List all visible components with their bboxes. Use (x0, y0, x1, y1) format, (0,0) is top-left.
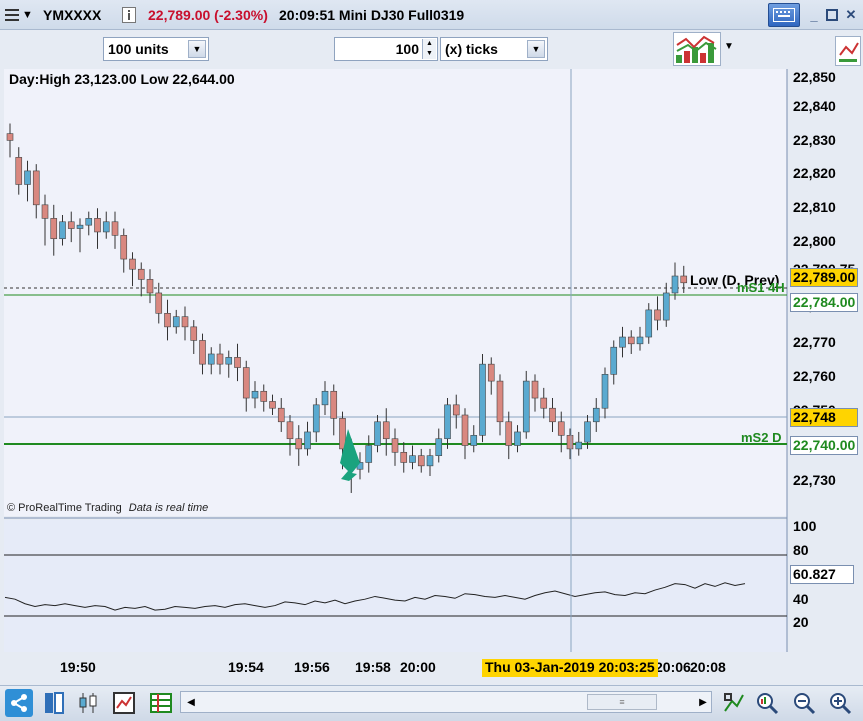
time-tick-label: 20:06 (655, 659, 691, 675)
time-tick-label: 20:00 (400, 659, 436, 675)
oscillator-value-badge: 60.827 (790, 565, 854, 584)
y-tick-label: 22,810 (793, 199, 836, 215)
osc-tick-label: 80 (793, 542, 809, 558)
time-tick-label: 19:54 (228, 659, 264, 675)
y-tick-label: 22,840 (793, 98, 836, 114)
y-tick-label: 22,730 (793, 472, 836, 488)
chart-canvas[interactable]: 22,850 22,840 22,830 22,820 22,810 22,800 22,7… (0, 69, 863, 655)
scroll-right-icon[interactable]: ▶ (695, 693, 711, 711)
scrollbar-thumb[interactable]: ≡ (587, 694, 657, 710)
y-tick-label: 22,760 (793, 368, 836, 384)
y-tick-label: 22,800 (793, 233, 836, 249)
y-tick-label: 22,830 (793, 132, 836, 148)
title-bar: ▼ YMXXXX 22,789.00 (-2.30%) 20:09:51 Min… (0, 0, 863, 30)
units-value: 100 units (108, 41, 169, 57)
close-icon[interactable]: ✕ (840, 5, 862, 25)
window-menu-icon[interactable] (4, 4, 20, 26)
info-icon[interactable] (122, 4, 138, 26)
units-select[interactable]: 100 units ▼ (103, 37, 209, 61)
time-tick-label: 19:50 (60, 659, 96, 675)
ticks-stepper[interactable]: 100 ▲ ▼ (334, 37, 438, 61)
chart-area[interactable]: 22,850 22,840 22,830 22,820 22,810 22,800 22,7… (0, 69, 863, 655)
horizontal-scrollbar[interactable]: ◀ ▶ ≡ (180, 691, 712, 713)
indicator-icon[interactable] (110, 689, 138, 717)
ticks-value: 100 (395, 41, 419, 57)
order-options-bar: 100 units ▼ 100 ▲ ▼ (x) ticks ▼ ▼ (0, 31, 863, 69)
trading-tools-icon[interactable] (147, 689, 175, 717)
symbol-name[interactable]: YMXXXX (43, 4, 101, 26)
attribution-text: © ProRealTime Trading Data is real time (7, 502, 208, 514)
window-title: 20:09:51 Mini DJ30 Full0319 (279, 7, 465, 23)
y-tick-label: 22,770 (793, 334, 836, 350)
strategy-icon[interactable] (673, 32, 721, 66)
crosshair-time-label: Thu 03-Jan-2019 20:03:25 (482, 659, 658, 677)
y-tick-label: 22,850 (793, 69, 836, 85)
osc-tick-label: 20 (793, 614, 809, 630)
price-change: 22,789.00 (-2.30%) (148, 7, 268, 23)
price-badge: 22,740.00 (790, 436, 858, 455)
price-badge: 22,748 (790, 408, 858, 427)
zoom-out-icon[interactable] (790, 689, 818, 717)
osc-tick-label: 40 (793, 591, 809, 607)
zoom-in-icon[interactable] (826, 689, 854, 717)
candle (479, 353, 486, 443)
data-status: Data is real time (128, 502, 209, 514)
ticks-mode-select[interactable]: (x) ticks ▼ (440, 37, 548, 61)
trading-panel-icon[interactable] (835, 36, 861, 66)
scroll-left-icon[interactable]: ◀ (182, 693, 200, 711)
time-tick-label: 20:08 (690, 659, 726, 675)
price-badge: 22,784.00 (790, 293, 858, 312)
measure-icon[interactable] (720, 689, 748, 717)
osc-tick-label: 100 (793, 518, 817, 534)
chevron-down-icon[interactable]: ▼ (527, 40, 545, 58)
share-icon[interactable] (5, 689, 33, 717)
time-axis: 19:50 19:54 19:56 19:58 20:00 20:06 20:08 Thu … (0, 655, 863, 685)
ticks-mode-value: (x) ticks (445, 41, 498, 57)
time-tick-label: 19:56 (294, 659, 330, 675)
ms2-label: mS2 D (741, 430, 782, 445)
attribution: © ProRealTime Trading (7, 502, 122, 514)
symbol-dropdown-icon[interactable]: ▼ (22, 4, 36, 26)
bottom-toolbar: ◀ ▶ ≡ (0, 685, 863, 721)
time-tick-label: 19:58 (355, 659, 391, 675)
y-tick-label: 22,820 (793, 165, 836, 181)
day-high-low: Day:High 23,123.00 Low 22,644.00 (9, 71, 235, 87)
chart-type-icon[interactable] (40, 689, 68, 717)
candle (522, 370, 530, 439)
candle-style-icon[interactable] (75, 689, 103, 717)
price-badge: 22,789.00 (790, 268, 858, 287)
chevron-down-icon[interactable]: ▼ (188, 40, 206, 58)
zoom-auto-icon[interactable] (753, 689, 781, 717)
strategy-dropdown-icon[interactable]: ▼ (722, 41, 736, 57)
ms1-label: mS1 4H (737, 280, 785, 295)
stepper-arrows-icon[interactable]: ▲ ▼ (422, 39, 436, 59)
keyboard-icon[interactable] (768, 3, 800, 27)
